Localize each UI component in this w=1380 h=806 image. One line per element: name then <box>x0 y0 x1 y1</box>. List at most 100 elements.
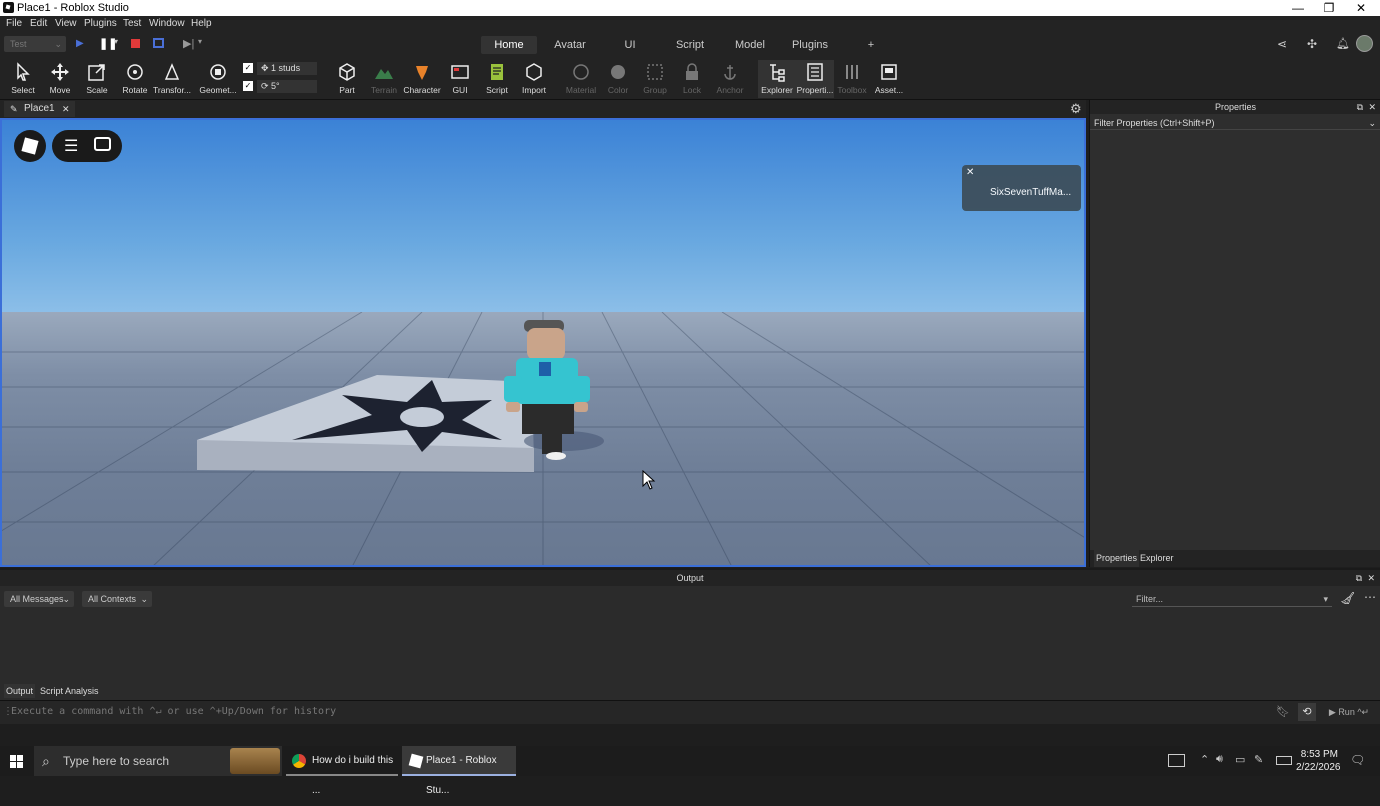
close-tab-icon[interactable]: ✕ <box>62 101 70 117</box>
undock-icon[interactable]: ⧉ <box>1356 570 1362 586</box>
lock-button[interactable]: Lock <box>673 60 711 95</box>
add-tab-button[interactable]: + <box>862 36 880 54</box>
part-icon <box>339 63 355 81</box>
restore-button[interactable]: ❐ <box>1313 0 1345 16</box>
tab-avatar[interactable]: Avatar <box>545 36 595 54</box>
move-snap-checkbox[interactable]: ✓ <box>243 63 253 73</box>
tab-script-analysis[interactable]: Script Analysis <box>40 684 99 698</box>
close-panel-icon[interactable]: ✕ <box>1368 100 1376 114</box>
command-input[interactable]: Execute a command with ^↵ or use ^+Up/Do… <box>11 706 336 717</box>
rotate-snap-input[interactable]: ⟳ 5° <box>257 80 317 93</box>
stop-icon[interactable] <box>131 39 140 48</box>
select-tool[interactable]: Select <box>4 60 42 95</box>
move-tool[interactable]: Move <box>41 60 79 95</box>
tab-home[interactable]: Home <box>481 36 537 54</box>
properties-button[interactable]: Properti... <box>796 60 834 98</box>
tab-script[interactable]: Script <box>665 36 715 54</box>
notification-center-icon[interactable]: 🗨︎ <box>1350 753 1365 767</box>
part-button[interactable]: Part <box>328 60 366 95</box>
test-mode-dropdown[interactable]: Test ⌄ <box>4 36 66 52</box>
rotate-tool[interactable]: Rotate <box>116 60 154 95</box>
group-button[interactable]: Group <box>636 60 674 95</box>
geometry-tool[interactable]: Geomet... <box>196 60 240 95</box>
player-character[interactable] <box>494 316 614 466</box>
menu-file[interactable]: File <box>6 18 22 29</box>
menu-edit[interactable]: Edit <box>30 18 47 29</box>
chevron-up-icon[interactable]: ⌃ <box>1200 753 1209 766</box>
more-options-icon[interactable]: ⋯ <box>1364 590 1376 604</box>
clock-date[interactable]: 2/22/2026 <box>1296 762 1341 773</box>
undock-icon[interactable]: ⧉ <box>1357 100 1363 114</box>
bookmark-icon[interactable]: 🔖︎ <box>1276 705 1290 718</box>
tab-plugins[interactable]: Plugins <box>787 36 833 54</box>
messages-filter-dropdown[interactable]: All Messages ⌄ <box>4 591 74 607</box>
menu-view[interactable]: View <box>55 18 77 29</box>
battery-icon[interactable] <box>1276 756 1292 765</box>
move-snap-input[interactable]: ✥ 1 studs <box>257 62 317 75</box>
volume-icon[interactable]: 🔊︎ <box>1216 753 1223 766</box>
topbar-pill: ☰ <box>52 130 122 162</box>
import-button[interactable]: Import <box>515 60 553 95</box>
material-button[interactable]: Material <box>562 60 600 95</box>
share-icon[interactable]: ⋖ <box>1277 37 1287 51</box>
client-server-icon[interactable] <box>153 38 164 48</box>
avatar[interactable] <box>1356 35 1373 52</box>
close-panel-icon[interactable]: ✕ <box>1367 570 1375 586</box>
network-icon[interactable]: ▭ <box>1235 753 1245 766</box>
gear-icon[interactable]: ⚙ <box>1070 101 1082 117</box>
place1-tab[interactable]: ✎ Place1 ✕ <box>4 101 75 117</box>
tab-output[interactable]: Output <box>4 684 36 698</box>
output-filter-input[interactable]: Filter... ▾ <box>1132 591 1332 607</box>
messages-filter-label: All Messages <box>10 594 64 604</box>
play-options-icon[interactable]: ▾ <box>114 37 118 46</box>
color-button[interactable]: Color <box>599 60 637 95</box>
toolbox-button[interactable]: Toolbox <box>833 60 871 95</box>
step-icon[interactable]: ▶| <box>183 37 194 50</box>
notifications-icon[interactable]: 🔔︎ <box>1336 37 1350 50</box>
explorer-button[interactable]: Explorer <box>758 60 796 98</box>
mouse-cursor-icon <box>642 470 656 490</box>
toolbox-icon <box>846 65 858 79</box>
tab-model[interactable]: Model <box>727 36 773 54</box>
taskbar-search-box[interactable]: ⌕ Type here to search <box>34 746 282 776</box>
scale-tool[interactable]: Scale <box>78 60 116 95</box>
move-snap-setting[interactable]: ✓ ✥ 1 studs <box>243 62 319 76</box>
keyboard-icon[interactable] <box>1168 754 1185 767</box>
clock-time[interactable]: 8:53 PM <box>1300 749 1338 760</box>
pen-icon[interactable]: ✎ <box>1254 753 1263 766</box>
chat-icon[interactable] <box>94 137 111 151</box>
menu-window[interactable]: Window <box>149 18 185 29</box>
rotate-snap-setting[interactable]: ✓ ⟳ 5° <box>243 80 319 94</box>
collaborate-icon[interactable]: ✣ <box>1307 37 1317 51</box>
properties-filter-input[interactable]: Filter Properties (Ctrl+Shift+P) ⌄ <box>1090 116 1380 130</box>
clear-output-icon[interactable]: 🧹︎ <box>1340 591 1355 605</box>
anchor-button[interactable]: Anchor <box>711 60 749 95</box>
menu-test[interactable]: Test <box>123 18 141 29</box>
transform-tool[interactable]: Transfor... <box>153 60 191 95</box>
roblox-menu-button[interactable] <box>14 130 46 162</box>
play-icon[interactable]: ▶ <box>76 38 84 49</box>
script-button[interactable]: Script <box>478 60 516 95</box>
windows-start-icon[interactable] <box>10 755 23 768</box>
menu-help[interactable]: Help <box>191 18 212 29</box>
menu-plugins[interactable]: Plugins <box>84 18 117 29</box>
taskbar-chrome-app[interactable]: How do i build this ... <box>286 746 398 796</box>
step-options-icon[interactable]: ▾ <box>198 37 202 46</box>
contexts-filter-dropdown[interactable]: All Contexts ⌄ <box>82 591 152 607</box>
gui-button[interactable]: GUI <box>441 60 479 95</box>
close-button[interactable]: ✕ <box>1345 0 1377 16</box>
tab-properties[interactable]: Properties <box>1094 550 1140 567</box>
tab-explorer[interactable]: Explorer <box>1140 550 1174 567</box>
character-button[interactable]: Character <box>402 60 442 95</box>
taskbar-roblox-app[interactable]: Place1 - Roblox Stu... <box>402 746 516 796</box>
3d-viewport[interactable]: ☰ ✕ SixSevenTuffMa... <box>0 118 1086 567</box>
hamburger-icon[interactable]: ☰ <box>64 136 78 156</box>
tab-ui[interactable]: UI <box>612 36 648 54</box>
terrain-button[interactable]: Terrain <box>365 60 403 95</box>
minimize-button[interactable]: — <box>1282 0 1314 16</box>
rotate-snap-checkbox[interactable]: ✓ <box>243 81 253 91</box>
close-icon[interactable]: ✕ <box>966 167 974 178</box>
assets-button[interactable]: Asset... <box>870 60 908 95</box>
history-icon[interactable]: ⟲ <box>1298 703 1316 721</box>
run-command-button[interactable]: ▶ Run ^↵ <box>1322 704 1376 721</box>
